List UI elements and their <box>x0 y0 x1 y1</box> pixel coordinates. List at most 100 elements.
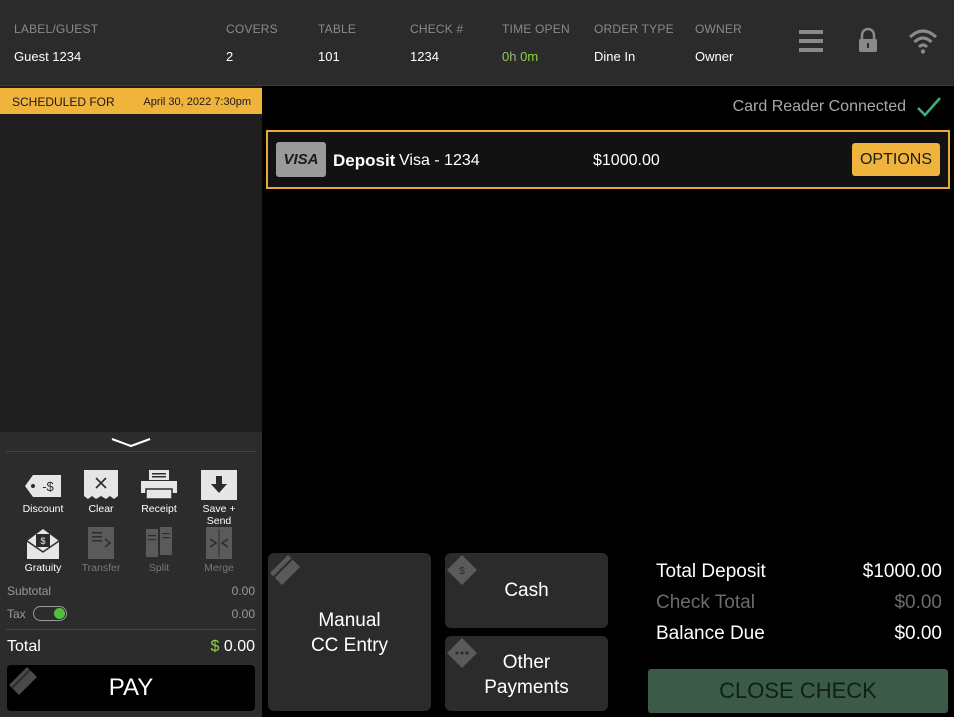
split-icon <box>146 527 172 557</box>
scheduled-banner[interactable]: SCHEDULED FOR April 30, 2022 7:30pm <box>0 88 262 114</box>
payment-row[interactable]: VISA Deposit Visa - 1234 $1000.00 OPTION… <box>266 130 950 189</box>
tax-toggle[interactable] <box>33 606 67 621</box>
manual-cc-line2: CC Entry <box>310 635 389 656</box>
check-number-value: 1234 <box>410 49 439 64</box>
divider <box>6 451 256 452</box>
discount-button[interactable]: -$ Discount <box>14 466 72 515</box>
manual-cc-line1: Manual <box>318 610 381 631</box>
svg-text:-$: -$ <box>42 479 54 494</box>
cash-label: Cash <box>504 580 549 601</box>
label-guest-label: LABEL/GUEST <box>14 22 99 36</box>
divider <box>6 629 256 630</box>
check-number-label: CHECK # <box>410 22 464 36</box>
split-label: Split <box>148 562 170 574</box>
other-payments-button[interactable]: Other Payments <box>445 636 608 711</box>
card-reader-status: Card Reader Connected <box>733 96 942 118</box>
clear-button[interactable]: Clear <box>72 466 130 515</box>
check-header: LABEL/GUEST Guest 1234 COVERS 2 TABLE 10… <box>0 0 954 86</box>
order-type-label: ORDER TYPE <box>594 22 674 36</box>
order-type-field[interactable]: ORDER TYPE Dine In <box>594 22 674 64</box>
check-total-value: $0.00 <box>894 592 942 613</box>
pay-button[interactable]: PAY <box>7 665 255 711</box>
cash-button[interactable]: $ Cash <box>445 553 608 628</box>
owner-field[interactable]: OWNER Owner <box>695 22 742 64</box>
covers-field[interactable]: COVERS 2 <box>226 22 278 64</box>
scheduled-datetime: April 30, 2022 7:30pm <box>143 96 251 108</box>
covers-value: 2 <box>226 49 234 64</box>
wifi-icon[interactable] <box>908 26 938 56</box>
order-panel: SCHEDULED FOR April 30, 2022 7:30pm -$ D… <box>0 86 262 717</box>
receipt-button[interactable]: Receipt <box>130 466 188 515</box>
gratuity-button[interactable]: $ Gratuity <box>14 525 72 574</box>
total-label: Total <box>7 638 41 655</box>
merge-label: Merge <box>204 562 234 574</box>
discount-label: Discount <box>22 503 64 515</box>
lock-icon[interactable] <box>853 26 883 56</box>
tax-row: Tax 0.00 <box>7 606 255 621</box>
time-open-h-unit: h <box>509 49 517 64</box>
payment-amount: $1000.00 <box>593 152 660 169</box>
total-deposit-value: $1000.00 <box>862 561 942 582</box>
transfer-button[interactable]: Transfer <box>72 525 130 574</box>
manual-cc-entry-button[interactable]: Manual CC Entry <box>268 553 431 711</box>
card-reader-status-text: Card Reader Connected <box>732 98 906 115</box>
save-send-button[interactable]: Save + Send <box>190 466 248 527</box>
table-label: TABLE <box>318 22 357 36</box>
order-type-value: Dine In <box>594 49 636 64</box>
clear-receipt-icon <box>84 470 118 499</box>
label-guest-field[interactable]: LABEL/GUEST Guest 1234 <box>14 22 98 64</box>
menu-icon[interactable] <box>796 26 826 56</box>
table-value: 101 <box>318 49 340 64</box>
total-row: Total $ 0.00 <box>7 638 255 656</box>
svg-text:$: $ <box>40 536 45 546</box>
split-button[interactable]: Split <box>130 525 188 574</box>
tax-value: 0.00 <box>231 607 255 621</box>
time-open-value: 0h 0m <box>502 49 570 64</box>
other-payments-line1: Other <box>502 652 551 673</box>
pos-check-screen: LABEL/GUEST Guest 1234 COVERS 2 TABLE 10… <box>0 0 954 717</box>
visa-card-icon: VISA <box>276 142 326 177</box>
time-open-label: TIME OPEN <box>502 22 570 36</box>
owner-value: Owner <box>695 49 734 64</box>
tax-label: Tax <box>7 607 26 621</box>
gratuity-envelope-icon: $ <box>26 529 60 559</box>
download-icon <box>201 470 237 500</box>
covers-label: COVERS <box>226 22 278 36</box>
scheduled-label: SCHEDULED FOR <box>12 95 115 109</box>
check-total-row: Check Total $0.00 <box>656 592 942 623</box>
merge-icon <box>206 527 232 559</box>
checkmark-icon <box>917 97 941 117</box>
totals-panel: Total Deposit $1000.00 Check Total $0.00… <box>656 561 942 654</box>
total-deposit-label: Total Deposit <box>656 561 766 582</box>
time-open-m-unit: m <box>527 49 539 64</box>
discount-tag-icon: -$ <box>25 475 61 497</box>
balance-due-row: Balance Due $0.00 <box>656 623 942 654</box>
subtotal-label: Subtotal <box>7 584 52 598</box>
check-total-label: Check Total <box>656 592 755 613</box>
credit-card-icon <box>270 555 300 585</box>
merge-button[interactable]: Merge <box>190 525 248 574</box>
table-field[interactable]: TABLE 101 <box>318 22 356 64</box>
check-number-field: CHECK # 1234 <box>410 22 463 64</box>
total-value: 0.00 <box>223 638 255 655</box>
total-deposit-row: Total Deposit $1000.00 <box>656 561 942 592</box>
close-check-button[interactable]: CLOSE CHECK <box>648 669 948 713</box>
payment-card: Visa - 1234 <box>399 152 480 169</box>
payment-type: Deposit <box>333 151 396 170</box>
owner-label: OWNER <box>695 22 742 36</box>
pay-label: PAY <box>108 674 154 701</box>
subtotal-value: 0.00 <box>231 584 255 598</box>
transfer-label: Transfer <box>81 562 121 574</box>
other-payments-line2: Payments <box>484 677 569 698</box>
tax-toggle-knob <box>54 607 65 619</box>
options-button[interactable]: OPTIONS <box>852 143 940 176</box>
total-currency: $ <box>210 638 220 655</box>
svg-text:$: $ <box>459 566 465 577</box>
chevron-down-icon[interactable] <box>110 436 152 450</box>
label-guest-value: Guest 1234 <box>14 49 82 64</box>
total-value-wrap: $ 0.00 <box>211 638 256 656</box>
receipt-label: Receipt <box>141 503 177 515</box>
order-actions-panel: -$ Discount Clear Receipt Save + Send $ … <box>0 432 262 717</box>
time-open-field: TIME OPEN 0h 0m <box>502 22 570 64</box>
clear-label: Clear <box>88 503 114 515</box>
